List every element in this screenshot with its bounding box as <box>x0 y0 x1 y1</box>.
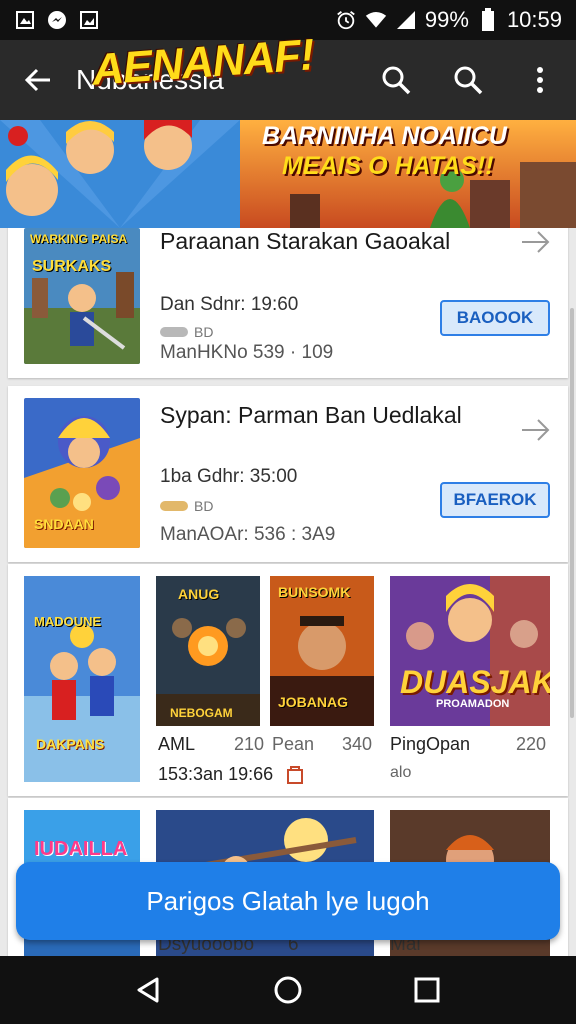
banner-subtitle-right: MEAIS O HATAS!! <box>282 152 494 180</box>
item-meta: 1ba Gdhr: 35:00 <box>160 466 298 487</box>
bag-icon <box>287 766 303 784</box>
arrow-right-icon[interactable] <box>520 228 552 258</box>
more-options-button[interactable] <box>504 40 576 120</box>
grid-label-2: Pean <box>272 734 315 754</box>
nav-home-icon <box>274 976 302 1004</box>
game-grid-card: MADOUNE DAKPANS ANUG NEBOGAM BUNSOMK JOB… <box>8 564 568 796</box>
action-button[interactable]: BFAEROK <box>440 482 550 518</box>
app-screen: 99% 10:59 Ndbanessia AENANAF! BARNINHA N… <box>0 0 576 1024</box>
wifi-icon <box>365 9 387 31</box>
grid-label-3: PingOpan <box>390 734 471 754</box>
thumbnail-text: SURKAKS <box>32 258 112 275</box>
item-title: Sypan: Parman Ban Uedlakal <box>160 402 462 428</box>
search-button-2[interactable] <box>432 40 504 120</box>
nav-recents-icon <box>414 977 440 1003</box>
game-thumbnail[interactable]: SNDAAN <box>24 398 140 548</box>
poster-subtext: PROAMADON <box>436 698 510 710</box>
nav-recents-button[interactable] <box>397 960 457 1020</box>
item-meta: Dan Sdnr: 19:60 <box>160 294 299 315</box>
battery-icon <box>477 8 499 31</box>
grid-date: 153:3an 19:66 <box>158 764 274 784</box>
grid-poster-3[interactable]: BUNSOMK JOBANAG <box>270 576 374 726</box>
scrollbar[interactable] <box>570 308 574 718</box>
poster-text: DAKPANS <box>36 736 105 752</box>
poster-top-text: ANUG <box>178 586 220 602</box>
alarm-icon <box>335 9 357 31</box>
back-button[interactable] <box>0 40 76 120</box>
item-subtitle: ManAOAr: 536 : 3A9 <box>160 524 336 545</box>
grid-poster-1[interactable]: MADOUNE DAKPANS <box>24 576 140 782</box>
image-icon <box>14 9 36 31</box>
poster-text: DUASJAK <box>400 664 550 700</box>
action-button[interactable]: BAOOOK <box>440 300 550 336</box>
thumbnail-text: SNDAAN <box>34 516 94 532</box>
grid-value-2: 340 <box>342 734 373 754</box>
grid-value-1: 210 <box>234 734 265 754</box>
poster-text: IUDAILLA <box>34 838 128 860</box>
list-item-card-2[interactable]: SNDAAN Sypan: Parman Ban Uedlakal 1ba Gd… <box>8 386 568 562</box>
battery-percent: 99% <box>424 7 469 32</box>
grid-poster-4[interactable]: DUASJAK PROAMADON <box>390 576 550 726</box>
photo-icon <box>78 9 100 31</box>
clock: 10:59 <box>506 7 562 32</box>
signal-icon <box>395 9 417 31</box>
game-thumbnail[interactable]: WARKING PAISA SURKAKS <box>24 228 140 364</box>
content-list: WARKING PAISA SURKAKS Paraanan Starakan … <box>0 228 576 956</box>
grid-value-3: 220 <box>516 734 547 754</box>
poster-text: NEBOGAM <box>170 706 233 720</box>
item-badge: BD <box>160 324 213 340</box>
grid-poster-2[interactable]: ANUG NEBOGAM <box>156 576 260 726</box>
back-arrow-icon <box>24 68 50 92</box>
poster-top-text: MADOUNE <box>34 614 102 629</box>
primary-action-button[interactable]: Parigos Glatah lye lugoh <box>16 862 560 940</box>
search-icon <box>382 66 411 95</box>
nav-back-icon <box>137 977 159 1003</box>
badge-pill <box>160 501 188 511</box>
item-subtitle: ManHKNo 539 · 109 <box>160 342 334 363</box>
banner-title-right: BARNINHA NOAIICU <box>262 122 507 150</box>
more-vert-icon <box>537 67 543 93</box>
grid-label-1: AML <box>158 734 196 754</box>
item-badge: BD <box>160 498 213 514</box>
arrow-right-icon[interactable] <box>520 414 552 446</box>
system-nav-bar <box>0 956 576 1024</box>
search-icon <box>454 66 483 95</box>
badge-pill <box>160 327 188 337</box>
poster-text: JOBANAG <box>278 694 349 710</box>
item-title: Paraanan Starakan Gaoakal <box>160 228 451 254</box>
messenger-icon <box>46 9 68 31</box>
search-button[interactable] <box>360 40 432 120</box>
poster-top-text: BUNSOMK <box>278 584 351 600</box>
grid-sub-3: alo <box>390 764 412 781</box>
thumbnail-top-text: WARKING PAISA <box>30 232 128 246</box>
list-item-card-1[interactable]: WARKING PAISA SURKAKS Paraanan Starakan … <box>8 228 568 378</box>
nav-home-button[interactable] <box>258 960 318 1020</box>
nav-back-button[interactable] <box>119 960 179 1020</box>
